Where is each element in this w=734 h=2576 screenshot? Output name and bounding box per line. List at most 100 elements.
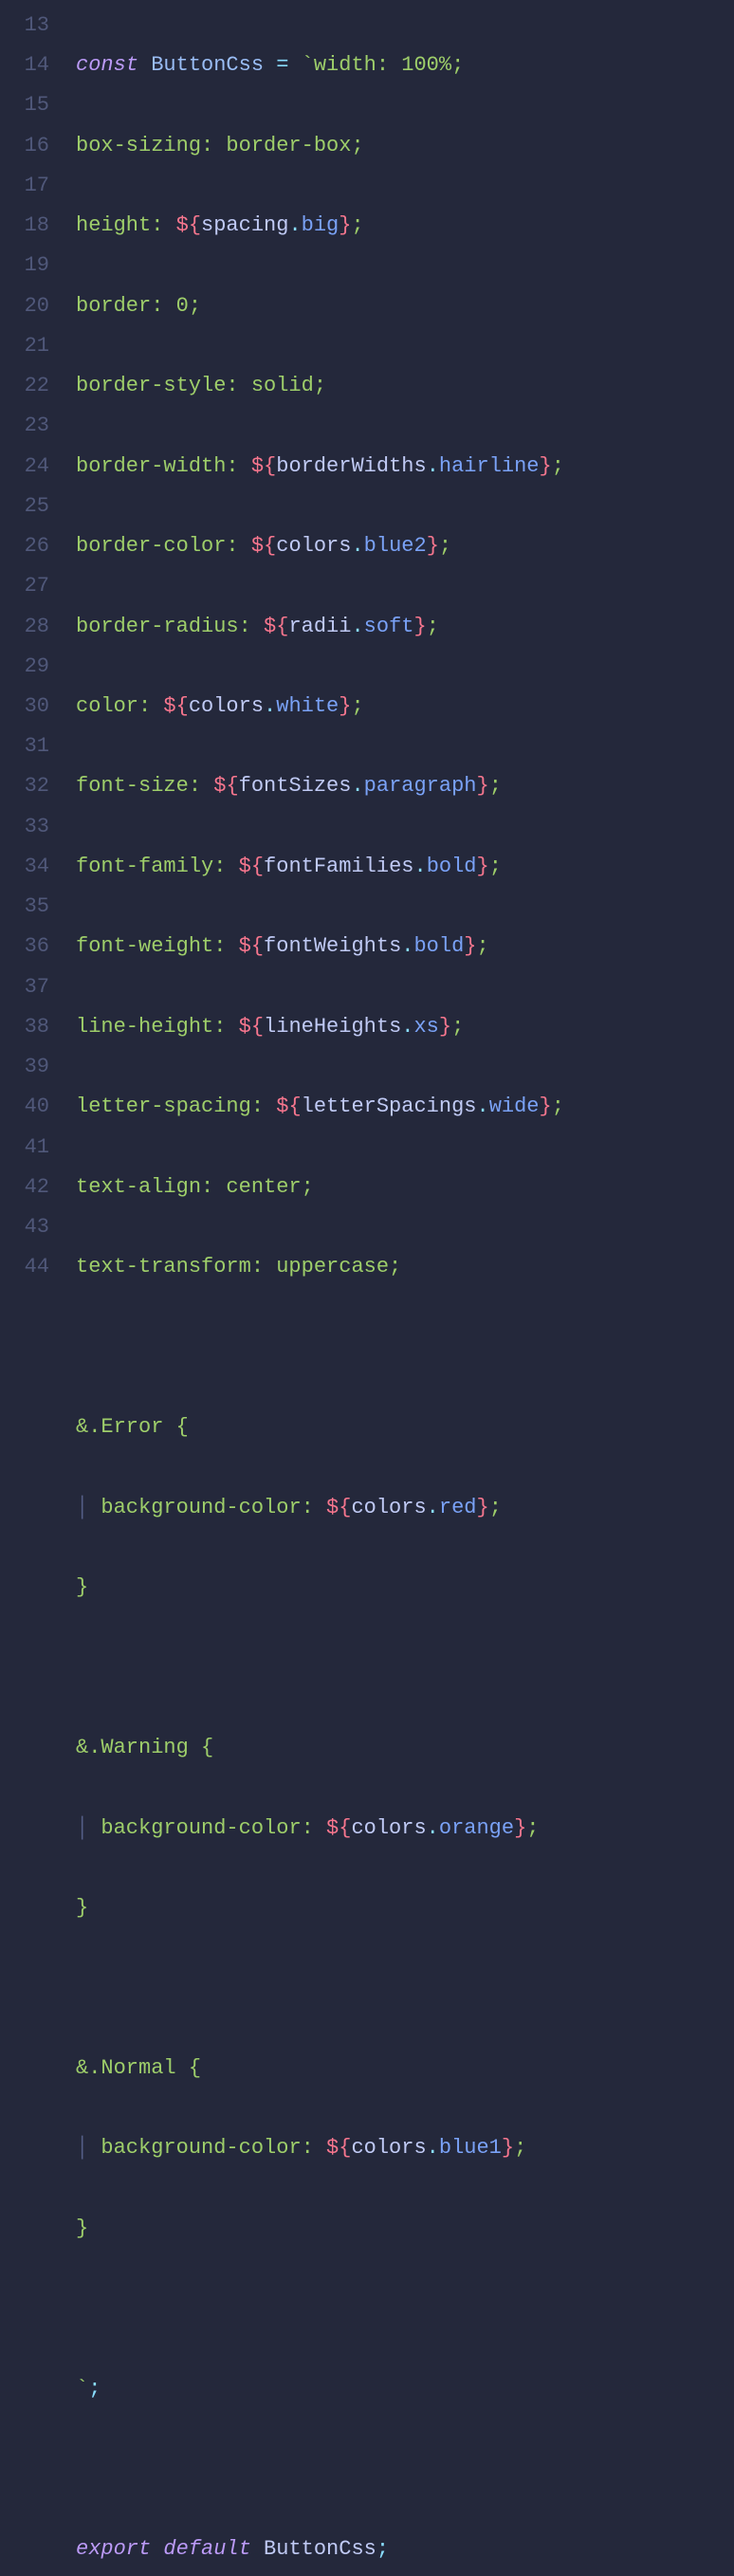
property: soft: [364, 615, 414, 638]
identifier: fontWeights: [264, 934, 401, 958]
line-number: 35: [0, 887, 49, 927]
css-rule: background-color:: [101, 2136, 326, 2160]
code-area[interactable]: const ButtonCss = `width: 100%; box-sizi…: [57, 6, 734, 2576]
dot: .: [288, 213, 301, 237]
css-rule: height:: [76, 213, 176, 237]
identifier: fontFamilies: [264, 855, 413, 878]
code-line[interactable]: const ButtonCss = `width: 100%;: [76, 46, 734, 85]
interp-lbrace: {: [251, 1015, 264, 1039]
interp-rbrace: }: [464, 934, 476, 958]
code-line[interactable]: }: [76, 1568, 734, 1608]
code-line[interactable]: export default ButtonCss;: [76, 2530, 734, 2569]
close-brace: }: [76, 2217, 88, 2240]
identifier: letterSpacings: [302, 1095, 477, 1118]
semi: ;: [526, 1816, 539, 1840]
dot: .: [351, 534, 363, 558]
code-line[interactable]: border: 0;: [76, 286, 734, 326]
dot: .: [351, 615, 363, 638]
line-number: 22: [0, 366, 49, 406]
code-line[interactable]: letter-spacing: ${letterSpacings.wide};: [76, 1087, 734, 1127]
code-line[interactable]: font-size: ${fontSizes.paragraph};: [76, 766, 734, 806]
css-rule: background-color:: [101, 1816, 326, 1840]
line-number: 32: [0, 766, 49, 806]
semi: ;: [552, 1095, 564, 1118]
code-line[interactable]: [76, 1968, 734, 2008]
code-line[interactable]: }: [76, 1888, 734, 1928]
semi: ;: [514, 2136, 526, 2160]
line-number: 42: [0, 1168, 49, 1207]
code-line[interactable]: │ background-color: ${colors.orange};: [76, 1809, 734, 1849]
code-line[interactable]: &.Error {: [76, 1408, 734, 1447]
code-line[interactable]: `;: [76, 2369, 734, 2409]
line-number: 30: [0, 687, 49, 727]
code-line[interactable]: &.Normal {: [76, 2049, 734, 2088]
code-line[interactable]: [76, 1648, 734, 1688]
close-brace: }: [76, 1896, 88, 1920]
code-line[interactable]: [76, 2289, 734, 2328]
indent-guide: │: [76, 1496, 101, 1519]
code-line[interactable]: text-align: center;: [76, 1168, 734, 1207]
code-line[interactable]: line-height: ${lineHeights.xs};: [76, 1007, 734, 1047]
interp-dollar: $: [276, 1095, 288, 1118]
interp-lbrace: {: [264, 534, 276, 558]
dot: .: [413, 855, 426, 878]
indent-guide: │: [76, 1816, 101, 1840]
interp-rbrace: }: [427, 534, 439, 558]
css-rule: font-family:: [76, 855, 239, 878]
code-line[interactable]: font-weight: ${fontWeights.bold};: [76, 927, 734, 966]
interp-rbrace: }: [477, 774, 489, 798]
dot: .: [264, 694, 276, 718]
code-editor[interactable]: 13 14 15 16 17 18 19 20 21 22 23 24 25 2…: [0, 0, 734, 2576]
semi: ;: [451, 1015, 464, 1039]
code-line[interactable]: }: [76, 2209, 734, 2249]
code-line[interactable]: box-sizing: border-box;: [76, 126, 734, 166]
selector: &.Error {: [76, 1415, 189, 1439]
semi: ;: [489, 855, 502, 878]
dot: .: [427, 2136, 439, 2160]
code-line[interactable]: &.Warning {: [76, 1728, 734, 1768]
property: big: [302, 213, 339, 237]
interp-lbrace: {: [226, 774, 238, 798]
code-line[interactable]: border-width: ${borderWidths.hairline};: [76, 447, 734, 487]
line-number: 38: [0, 1007, 49, 1047]
semi: ;: [489, 1496, 502, 1519]
code-line[interactable]: border-radius: ${radii.soft};: [76, 607, 734, 647]
interp-rbrace: }: [439, 1015, 451, 1039]
line-number: 25: [0, 487, 49, 526]
line-number: 26: [0, 526, 49, 566]
semi: ;: [351, 694, 363, 718]
interp-rbrace: }: [540, 454, 552, 478]
code-line[interactable]: text-transform: uppercase;: [76, 1247, 734, 1287]
css-rule: border-color:: [76, 534, 251, 558]
interp-dollar: $: [176, 213, 189, 237]
identifier: colors: [189, 694, 264, 718]
interp-dollar: $: [239, 1015, 251, 1039]
code-line[interactable]: color: ${colors.white};: [76, 687, 734, 727]
dot: .: [401, 1015, 413, 1039]
code-line[interactable]: │ background-color: ${colors.blue1};: [76, 2128, 734, 2168]
interp-lbrace: {: [339, 1816, 351, 1840]
css-rule: font-weight:: [76, 934, 239, 958]
property: hairline: [439, 454, 540, 478]
interp-dollar: $: [213, 774, 226, 798]
css-rule: text-transform: uppercase;: [76, 1255, 401, 1279]
code-line[interactable]: font-family: ${fontFamilies.bold};: [76, 847, 734, 887]
code-line[interactable]: [76, 2449, 734, 2489]
interp-lbrace: {: [189, 213, 201, 237]
code-line[interactable]: │ background-color: ${colors.red};: [76, 1488, 734, 1528]
code-line[interactable]: border-color: ${colors.blue2};: [76, 526, 734, 566]
code-line[interactable]: border-style: solid;: [76, 366, 734, 406]
close-brace: }: [76, 1575, 88, 1599]
css-rule: color:: [76, 694, 163, 718]
line-number: 13: [0, 6, 49, 46]
css-rule: letter-spacing:: [76, 1095, 276, 1118]
property: xs: [413, 1015, 438, 1039]
interp-lbrace: {: [339, 1496, 351, 1519]
code-line[interactable]: [76, 1328, 734, 1368]
semi: ;: [351, 213, 363, 237]
dot: .: [351, 774, 363, 798]
keyword-default: default: [163, 2537, 250, 2561]
code-line[interactable]: height: ${spacing.big};: [76, 206, 734, 246]
interp-dollar: $: [251, 534, 264, 558]
identifier: spacing: [201, 213, 288, 237]
